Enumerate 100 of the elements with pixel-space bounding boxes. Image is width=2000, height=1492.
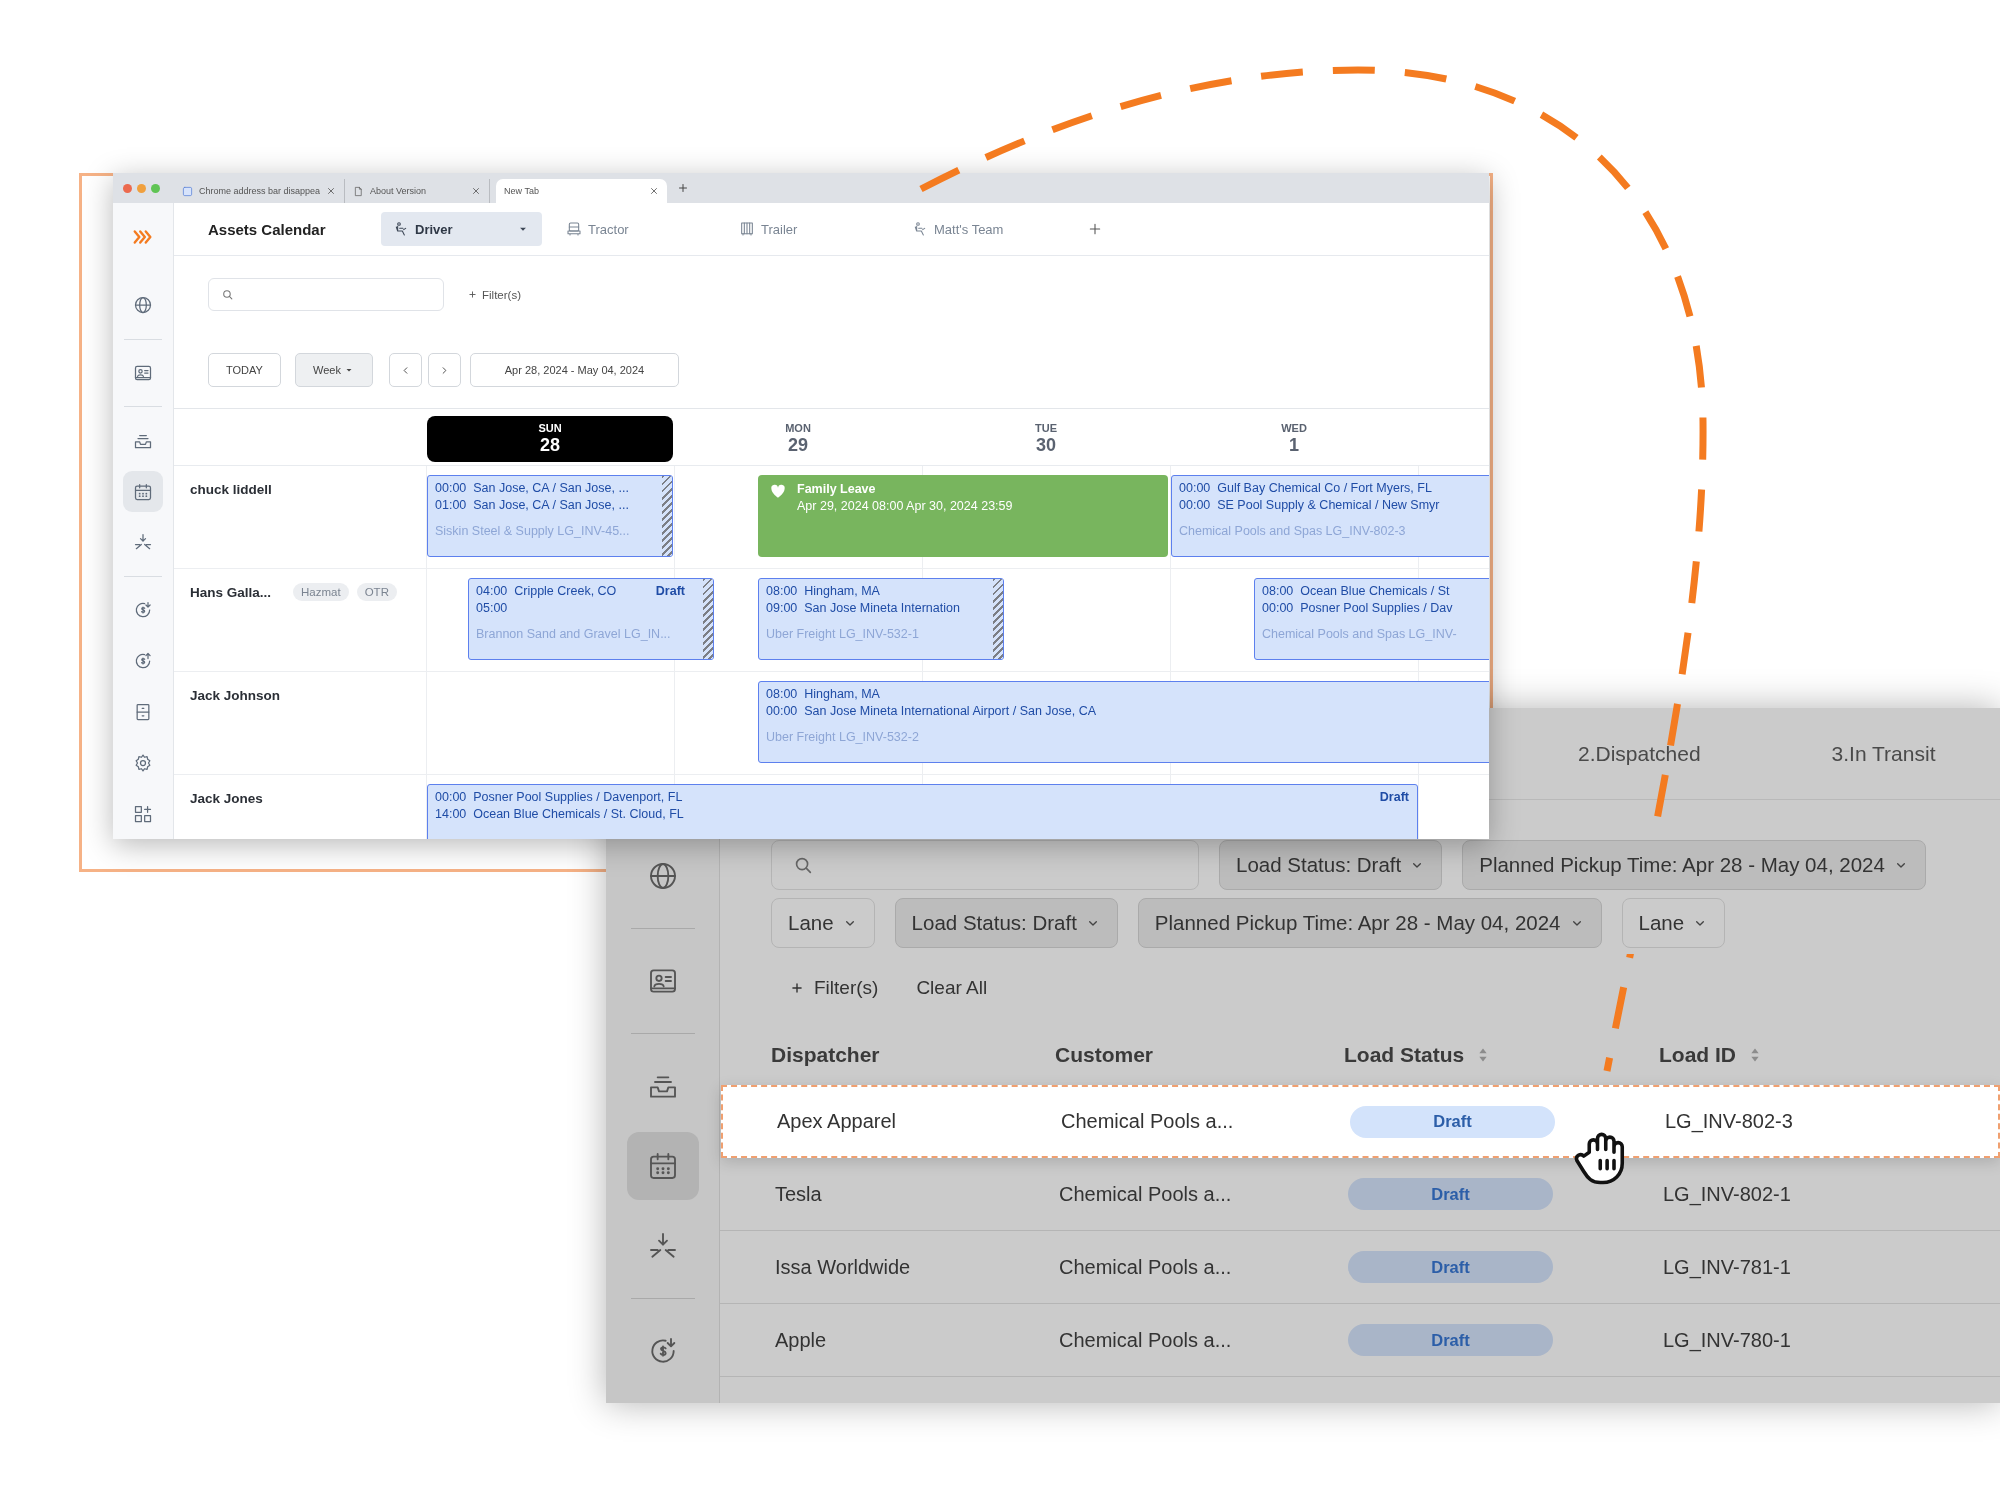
table-cell: LG_INV-802-3: [1665, 1110, 1793, 1133]
load-event[interactable]: 00:00 San Jose, CA / San Jose, ... 01:00 San Jose, CA / San Jose, ... Siskin Steel & Supply LG_INV-45...: [427, 475, 673, 557]
stop-line: 04:00 Cripple Creek, CO: [476, 583, 617, 600]
column-header[interactable]: Dispatcher: [771, 1043, 880, 1067]
event-footer: Uber Freight LG_INV-532-2: [766, 729, 919, 746]
column-header[interactable]: Load ID: [1659, 1043, 1766, 1067]
filter-chip[interactable]: Lane: [771, 898, 875, 948]
draft-label: Draft: [1379, 789, 1409, 806]
asset-name: chuck liddell: [190, 482, 272, 497]
plus-icon: [1087, 221, 1103, 237]
table-cell: LG_INV-781-1: [1663, 1255, 1791, 1279]
sidebar-item[interactable]: [626, 1132, 699, 1200]
event-footer: Uber Freight LG_INV-532-1: [766, 626, 919, 643]
column-header[interactable]: Customer: [1055, 1043, 1154, 1067]
status-badge: Draft: [1348, 1251, 1553, 1283]
table-cell: Chemical Pools a...: [1059, 1328, 1232, 1352]
filter-button[interactable]: Filter(s): [790, 977, 879, 999]
column-header[interactable]: Load Status: [1344, 1043, 1495, 1067]
status-badge: Draft: [1348, 1178, 1553, 1210]
load-event[interactable]: 08:00 Hingham, MA 00:00 San Jose Mineta International Airport / San Jose, CA Uber Freight LG_INV-532-2: [758, 681, 1489, 763]
document-icon: [353, 185, 365, 197]
load-event[interactable]: 04:00 Cripple Creek, CO Draft 05:00 Brannon Sand and Gravel LG_IN...: [468, 578, 714, 660]
day-header[interactable]: SUN 28: [427, 416, 673, 462]
view-select[interactable]: Week: [295, 353, 373, 387]
filter-button[interactable]: Filter(s): [468, 288, 521, 301]
table-cell: Chemical Pools a...: [1061, 1110, 1234, 1133]
truck-front-icon: [566, 221, 582, 237]
asset-name: Jack Johnson: [190, 688, 281, 703]
date-range-field[interactable]: Apr 28, 2024 - May 04, 2024: [470, 353, 679, 387]
day-header[interactable]: WED 1: [1171, 416, 1417, 462]
asset-tab[interactable]: Driver: [381, 212, 542, 246]
event-footer: Chemical Pools and Spas LG_INV-802-3: [1179, 523, 1406, 540]
table-cell: LG_INV-802-1: [1663, 1182, 1791, 1206]
stop-line: 08:00 Hingham, MA: [766, 583, 880, 600]
stop-line: 08:00 Ocean Blue Chemicals / St: [1262, 583, 1450, 600]
event-footer: Brannon Sand and Gravel LG_IN...: [476, 626, 671, 643]
status-tab[interactable]: 3.In Transit: [1831, 741, 1936, 766]
globe-icon: [133, 295, 153, 316]
load-event[interactable]: 08:00 Hingham, MA 09:00 San Jose Mineta Internation Uber Freight LG_INV-532-1: [758, 578, 1004, 660]
day-header[interactable]: TUE 30: [923, 416, 1169, 462]
load-event[interactable]: 00:00 Gulf Bay Chemical Co / Fort Myers, FL 00:00 SE Pool Supply & Chemical / New Smyr Chemical Pools and Spas LG_INV-802-3: [1171, 475, 1489, 557]
settings-icon: [133, 752, 153, 773]
table-cell: Apex Apparel: [777, 1110, 896, 1133]
table-cell: Chemical Pools a...: [1059, 1255, 1232, 1279]
filter-chip[interactable]: Planned Pickup Time: Apr 28 - May 04, 2024: [1137, 898, 1602, 948]
table-row[interactable]: Apple Chemical Pools a... Draft LG_INV-780-1: [720, 1304, 2000, 1377]
status-badge: Draft: [1350, 1105, 1555, 1138]
stop-line: 00:00 Posner Pool Supplies / Dav: [1262, 600, 1453, 617]
event-period: Apr 29, 2024 08:00 Apr 30, 2024 23:59: [797, 498, 1013, 515]
asset-name: Hans Galla...: [190, 585, 272, 600]
asset-tab[interactable]: Trailer: [727, 212, 888, 246]
page-icon: [182, 185, 193, 197]
browser-tab[interactable]: Chrome address bar disappea: [174, 179, 346, 203]
draft-label: Draft: [655, 583, 685, 600]
table-cell: Apple: [775, 1328, 827, 1352]
stop-line: 00:00 San Jose Mineta International Airport / San Jose, CA: [766, 703, 1097, 720]
search-field[interactable]: [771, 840, 1199, 890]
window-close-button[interactable]: [123, 183, 132, 193]
grid-plus-icon: [133, 803, 153, 824]
plus-icon: [468, 290, 477, 299]
table-cell: Chemical Pools a...: [1059, 1182, 1232, 1206]
status-tab[interactable]: 2.Dispatched: [1578, 741, 1701, 766]
table-cell: LG_INV-780-1: [1663, 1328, 1791, 1352]
filter-chip[interactable]: Load Status: Draft: [894, 898, 1118, 948]
stop-line: 01:00 San Jose, CA / San Jose, ...: [435, 497, 629, 514]
close-icon: [649, 186, 660, 196]
load-event[interactable]: 00:00 Posner Pool Supplies / Davenport, FL Draft 14:00 Ocean Blue Chemicals / St. Cloud, FL: [427, 784, 1418, 839]
search-icon: [221, 288, 234, 301]
event-title: Family Leave: [797, 481, 877, 498]
page-title: Assets Calendar: [208, 220, 327, 238]
seated-person-icon: [912, 221, 928, 237]
calendar-icon: [133, 481, 153, 502]
stop-line: 14:00 Ocean Blue Chemicals / St. Cloud, FL: [435, 806, 684, 823]
close-icon: [326, 186, 337, 196]
table-cell: Issa Worldwide: [775, 1255, 911, 1279]
table-cell: Tesla: [775, 1182, 822, 1206]
stop-line: 00:00 SE Pool Supply & Chemical / New Smyr: [1179, 497, 1440, 514]
load-event[interactable]: 08:00 Ocean Blue Chemicals / St 00:00 Posner Pool Supplies / Dav Chemical Pools and Spas LG_INV-: [1254, 578, 1489, 660]
table-row[interactable]: Issa Worldwide Chemical Pools a... Draft LG_INV-781-1: [720, 1231, 2000, 1304]
filter-chip[interactable]: Lane: [1621, 898, 1726, 948]
event-footer: Siskin Steel & Supply LG_INV-45...: [435, 523, 630, 540]
asset-tab[interactable]: Matt's Team: [900, 212, 1061, 246]
today-button[interactable]: TODAY: [208, 353, 281, 387]
table-row[interactable]: Apex Apparel Chemical Pools a... Draft LG_INV-802-3: [721, 1085, 2000, 1158]
event-footer: Chemical Pools and Spas LG_INV-: [1262, 626, 1457, 643]
plus-icon: [677, 182, 690, 194]
clear-all-button[interactable]: Clear All: [916, 977, 988, 999]
asset-name: Jack Jones: [190, 791, 263, 806]
stop-line: 05:00: [476, 600, 508, 617]
tag-chip: OTR: [356, 583, 397, 601]
browser-tab[interactable]: New Tab: [496, 179, 668, 203]
asset-tab[interactable]: Tractor: [554, 212, 715, 246]
plus-icon: [790, 981, 804, 995]
filter-chip[interactable]: Planned Pickup Time: Apr 28 - May 04, 2024: [1462, 840, 1926, 890]
sidebar-item[interactable]: [123, 471, 163, 513]
browser-tab[interactable]: About Version: [345, 179, 491, 203]
day-header[interactable]: MON 29: [675, 416, 921, 462]
filter-chip[interactable]: Load Status: Draft: [1219, 840, 1443, 890]
seated-person-icon: [393, 221, 409, 237]
stop-line: 09:00 San Jose Mineta Internation: [766, 600, 960, 617]
